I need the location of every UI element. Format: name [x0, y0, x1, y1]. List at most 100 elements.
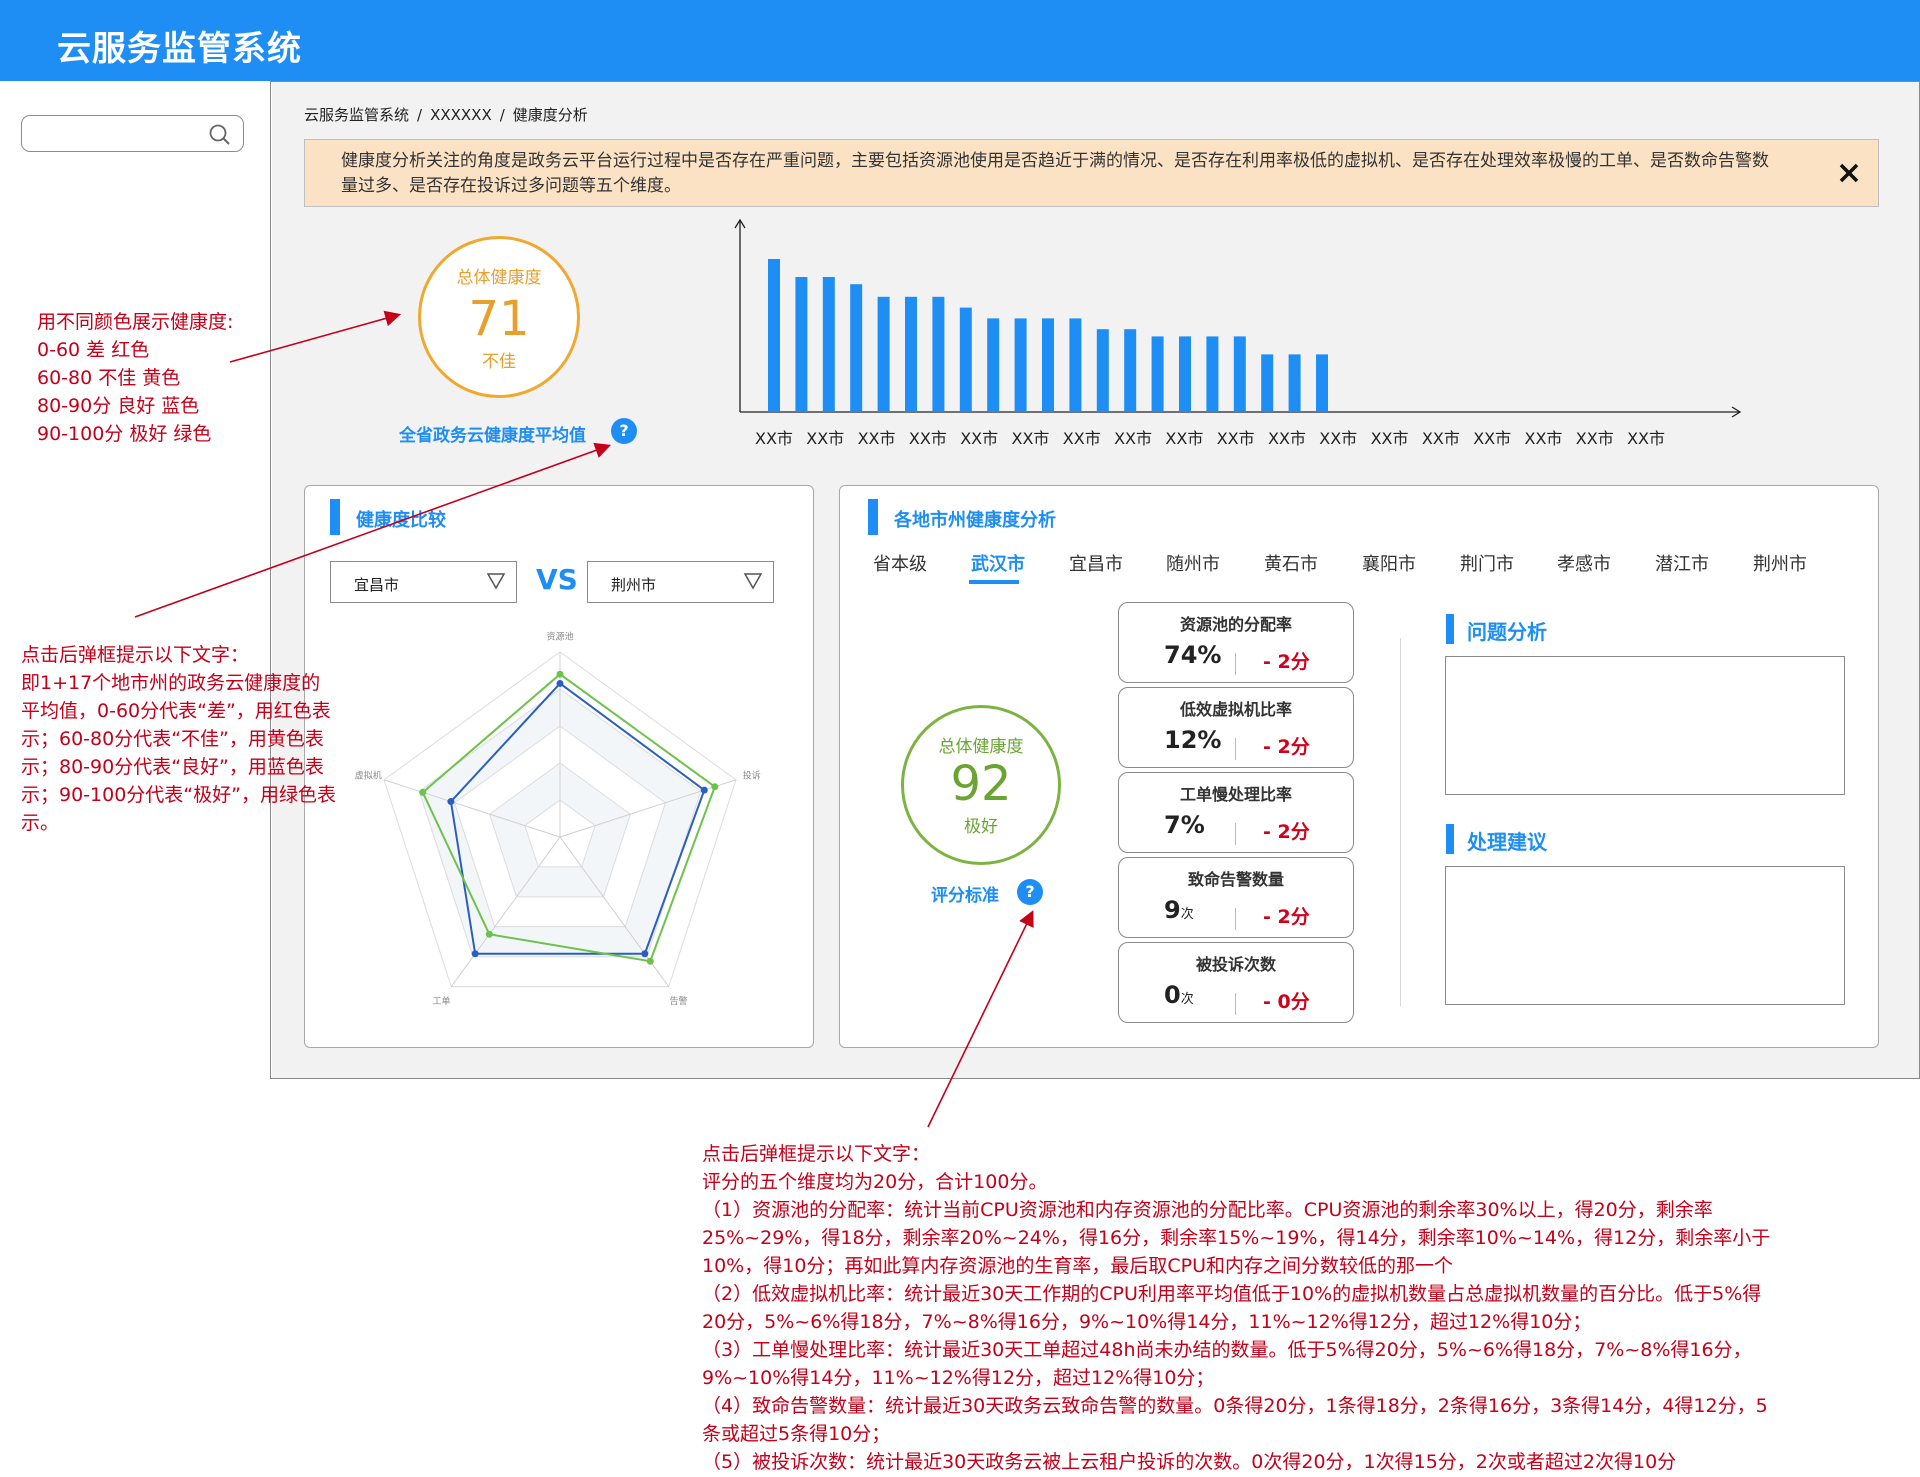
vertical-divider — [1400, 638, 1401, 1006]
radar-axis-label: 虚拟机 — [355, 770, 382, 782]
bar — [1233, 336, 1246, 412]
compare-right-value: 荆州市 — [611, 576, 657, 594]
metric-label: 致命告警数量 — [1187, 870, 1284, 889]
metric-value: 9次 — [1164, 896, 1194, 924]
city-health-ring-title: 总体健康度 — [938, 737, 1024, 757]
annotation-line: 90-100分 极好 绿色 — [37, 423, 212, 445]
scoring-standard-link[interactable]: 评分标准 — [931, 881, 999, 906]
breadcrumb-item-current: 健康度分析 — [512, 106, 588, 124]
annotation-line: 点击后弹框提示以下文字： — [702, 1143, 931, 1165]
metric-divider — [1235, 738, 1236, 760]
breadcrumb-item-section[interactable]: XXXXXX — [430, 106, 492, 124]
tab-city[interactable]: 孝感市 — [1557, 550, 1611, 576]
city-health-score: 92 — [950, 756, 1012, 812]
help-icon[interactable]: ? — [611, 418, 637, 444]
sidebar — [0, 81, 271, 1079]
breadcrumb-item-home[interactable]: 云服务监管系统 — [304, 106, 409, 124]
tab-city[interactable]: 襄阳市 — [1362, 550, 1416, 576]
annotation-line: 80-90分 良好 蓝色 — [37, 395, 200, 417]
annotation-line: 评分的五个维度均为20分，合计100分。 — [702, 1171, 1048, 1193]
search-input[interactable] — [21, 115, 244, 152]
dropdown-triangle-icon — [486, 573, 506, 590]
x-tick-label: XX市 — [1217, 429, 1255, 448]
x-tick-label: XX市 — [1473, 429, 1511, 448]
bar — [795, 277, 808, 412]
city-health-title: 各地市州健康度分析 — [894, 510, 1056, 531]
metric-value: 74% — [1164, 641, 1222, 669]
overall-health-title: 总体健康度 — [456, 268, 542, 288]
radar-axis-label: 工单 — [432, 995, 450, 1007]
metric-divider — [1235, 993, 1236, 1015]
x-tick-label: XX市 — [806, 429, 844, 448]
bar — [877, 296, 890, 412]
notice-banner: 健康度分析关注的角度是政务云平台运行过程中是否存在严重问题，主要包括资源池使用是… — [304, 139, 1879, 207]
x-tick-label: XX市 — [909, 429, 947, 448]
tab-city[interactable]: 随州市 — [1166, 550, 1220, 576]
x-tick-label: XX市 — [755, 429, 793, 448]
tab-city[interactable]: 潜江市 — [1655, 550, 1709, 576]
metric-label: 资源池的分配率 — [1179, 615, 1292, 634]
bar — [959, 307, 972, 412]
x-tick-label: XX市 — [1268, 429, 1306, 448]
x-tick-label: XX市 — [1063, 429, 1101, 448]
annotation-scoring-popup: 点击后弹框提示以下文字： 评分的五个维度均为20分，合计100分。 （1）资源池… — [702, 1140, 1782, 1476]
section-title-marker — [1446, 614, 1454, 644]
bar — [1288, 354, 1301, 412]
x-tick-label: XX市 — [960, 429, 998, 448]
radar-axis-label: 告警 — [670, 995, 688, 1007]
radar-point — [556, 679, 564, 687]
radar-point — [447, 798, 455, 806]
help-icon[interactable]: ? — [1017, 879, 1043, 905]
panel-title-marker — [330, 499, 340, 535]
metric-score: - 2分 — [1263, 651, 1310, 673]
active-tab-underline — [969, 580, 1019, 584]
panel-title-marker — [868, 499, 878, 535]
x-tick-label: XX市 — [1422, 429, 1460, 448]
app-title: 云服务监管系统 — [57, 29, 302, 69]
metric-label: 工单慢处理比率 — [1179, 785, 1292, 804]
bar — [1179, 336, 1191, 412]
page-root: 云服务监管系统 云服务监管系统 / XXXXXX / 健康度分析 健康度分析关注的角度是… — [0, 0, 1920, 1477]
annotation-line: （4）致命告警数量：统计最近30天政务云致命告警的数量。0条得20分，1条得18… — [702, 1395, 1768, 1445]
bar — [932, 296, 945, 412]
metric-card: 工单慢处理比率 7% - 2分 — [1118, 772, 1354, 853]
x-tick-label: XX市 — [858, 429, 896, 448]
handling-advice-box — [1445, 866, 1845, 1005]
tab-city[interactable]: 宜昌市 — [1069, 550, 1123, 576]
radar-point — [700, 786, 708, 794]
close-icon[interactable] — [1835, 159, 1863, 187]
breadcrumb-separator: / — [499, 106, 505, 124]
radar-point — [556, 670, 564, 678]
bar — [1014, 318, 1027, 412]
tab-city[interactable]: 荆门市 — [1460, 550, 1514, 576]
tab-city[interactable]: 黄石市 — [1264, 550, 1318, 576]
metric-score: - 2分 — [1263, 821, 1310, 843]
annotation-line: （5）被投诉次数：统计最近30天政务云被上云租户投诉的次数。0次得20分，1次得… — [702, 1451, 1677, 1473]
x-tick-label: XX市 — [1114, 429, 1152, 448]
annotation-line: （2）低效虚拟机比率：统计最近30天工作期的CPU利用率平均值低于10%的虚拟机… — [702, 1283, 1762, 1333]
tab-city[interactable]: 省本级 — [873, 550, 927, 576]
compare-right-select[interactable]: 荆州市 — [587, 561, 774, 603]
overall-health-ring: 总体健康度 71 不佳 — [418, 236, 580, 398]
x-tick-label: XX市 — [1319, 429, 1357, 448]
radar-point — [711, 783, 719, 791]
tab-city[interactable]: 武汉市 — [971, 550, 1025, 576]
province-average-link[interactable]: 全省政务云健康度平均值 — [399, 421, 586, 446]
section-title-marker — [1446, 824, 1454, 854]
x-tick-label: XX市 — [1627, 429, 1665, 448]
bar — [1316, 354, 1328, 412]
metric-card: 低效虚拟机比率 12% - 2分 — [1118, 687, 1354, 768]
tab-city[interactable]: 荆州市 — [1753, 550, 1807, 576]
notice-text: 健康度分析关注的角度是政务云平台运行过程中是否存在严重问题，主要包括资源池使用是… — [341, 151, 1769, 196]
radar-axis-label: 投诉 — [743, 770, 761, 782]
annotation-line: （3）工单慢处理比率：统计最近30天工单超过48h尚未办结的数量。低于5%得20… — [702, 1339, 1752, 1389]
compare-left-select[interactable]: 宜昌市 — [330, 561, 517, 603]
radar-point — [646, 957, 654, 965]
x-tick-label: XX市 — [1371, 429, 1409, 448]
x-tick-label: XX市 — [1525, 429, 1563, 448]
metric-value: 7% — [1164, 811, 1205, 839]
bar — [768, 259, 780, 412]
breadcrumb-separator: / — [417, 106, 423, 124]
search-icon[interactable] — [207, 122, 233, 148]
x-tick-label: XX市 — [1165, 429, 1203, 448]
